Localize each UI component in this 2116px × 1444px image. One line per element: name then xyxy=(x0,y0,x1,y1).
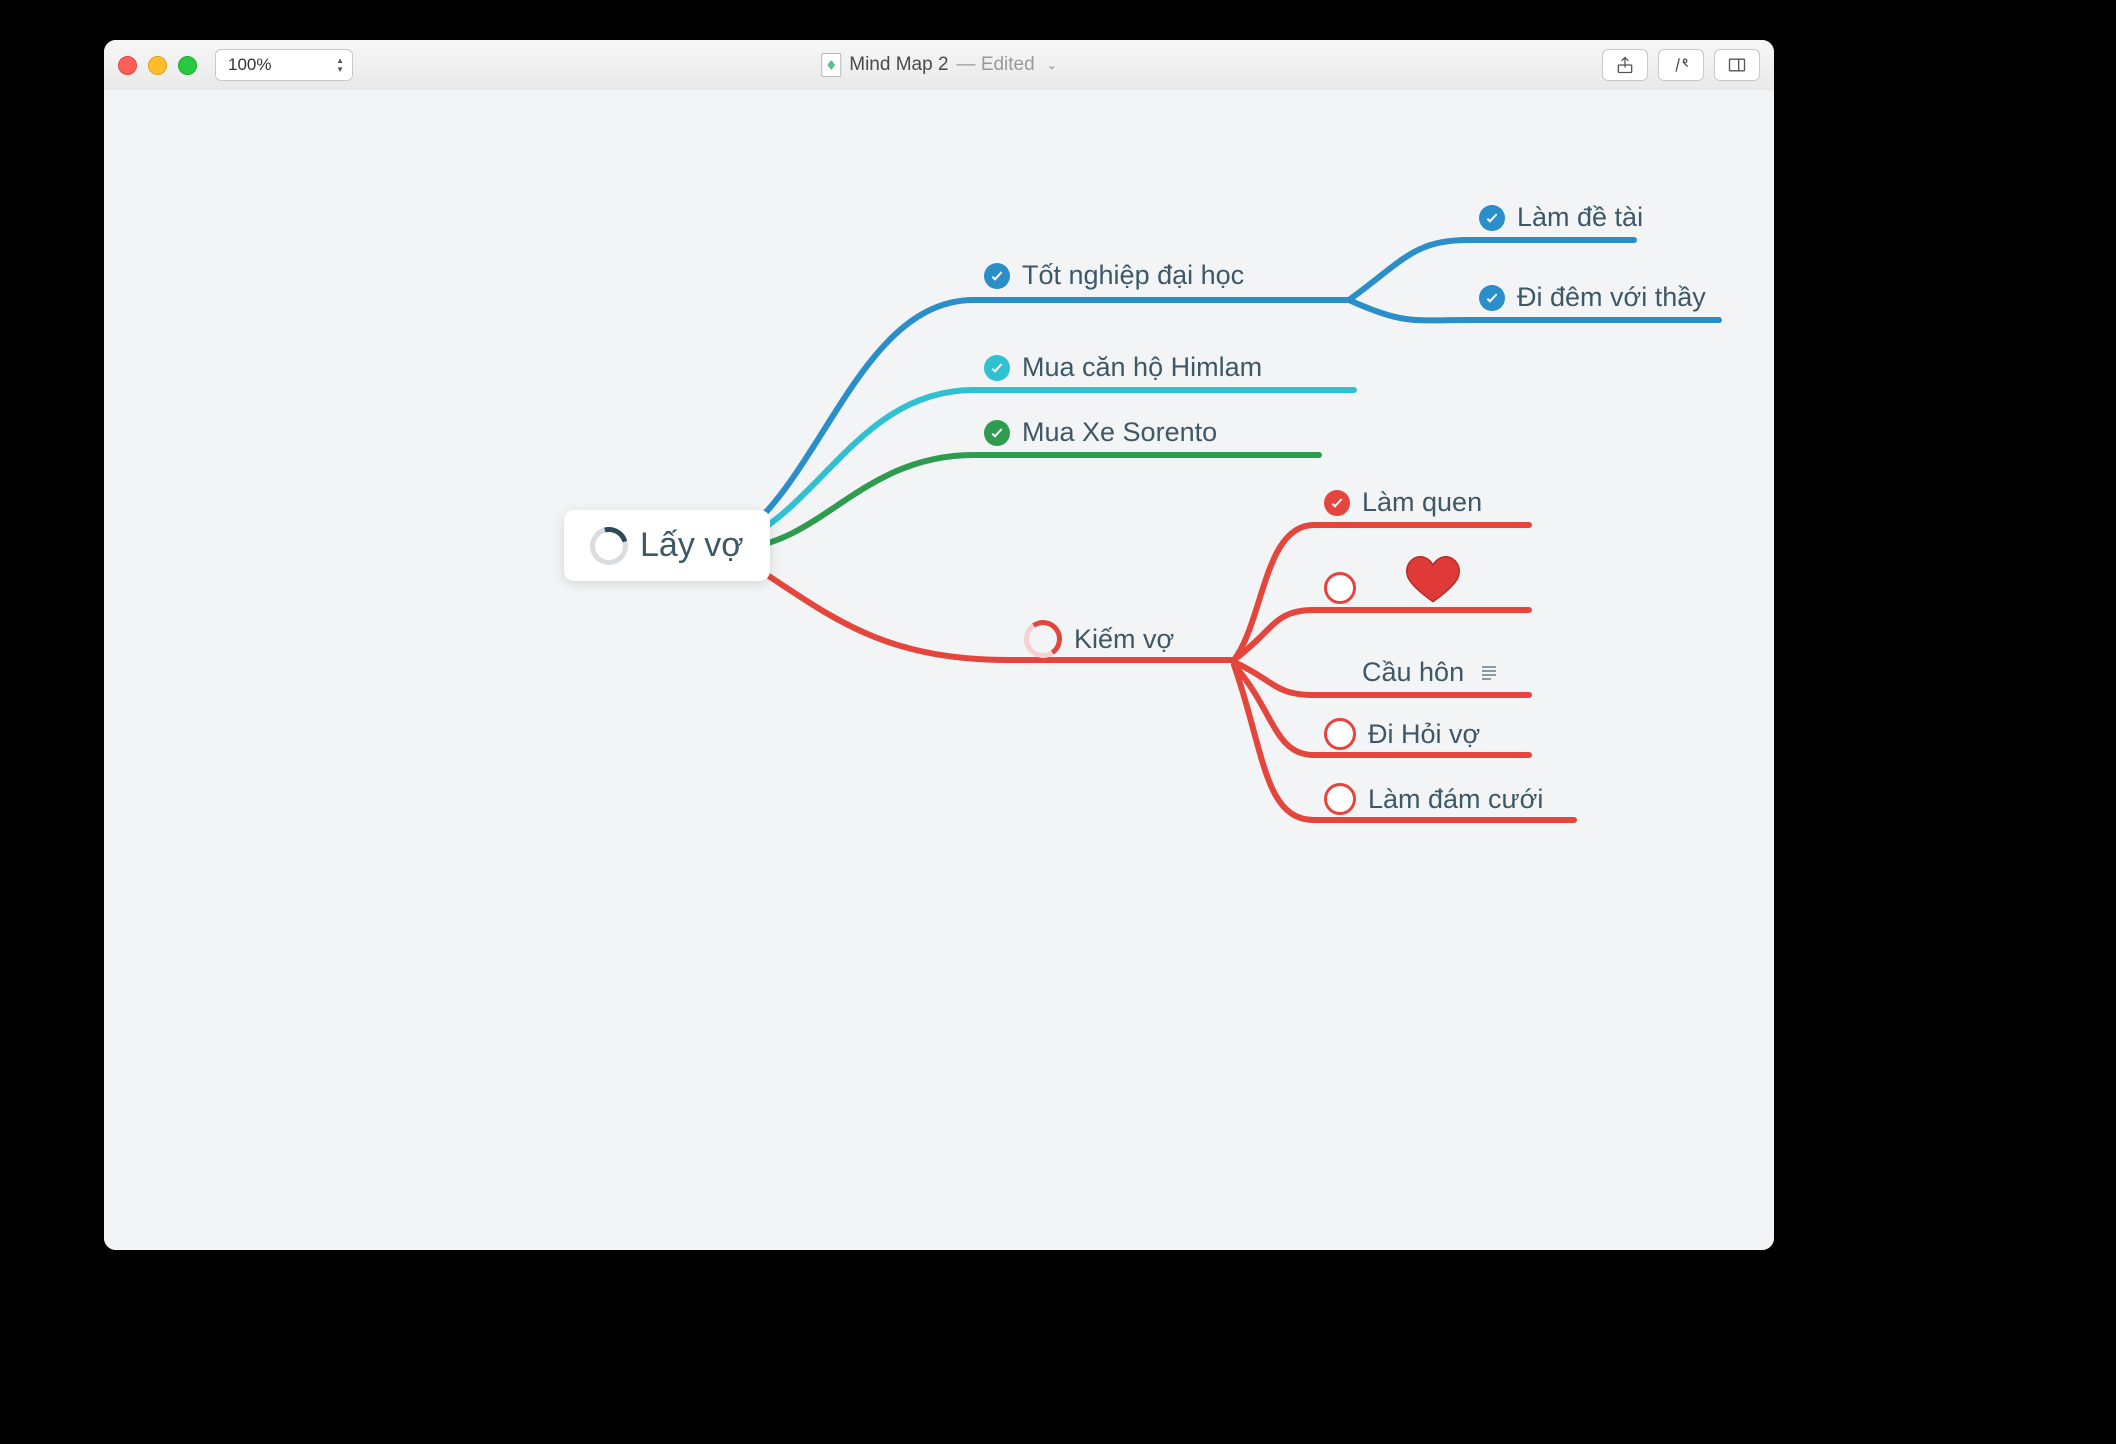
child-label: Đi đêm với thầy xyxy=(1517,282,1706,313)
check-icon xyxy=(1479,285,1505,311)
branch-node[interactable]: Kiếm vợ xyxy=(1024,620,1174,658)
branch-label: Mua Xe Sorento xyxy=(1022,417,1217,448)
app-window: 100% ▲▼ Mind Map 2 — Edited ⌄ xyxy=(104,40,1774,1250)
note-icon xyxy=(1482,666,1496,680)
todo-icon xyxy=(1324,572,1356,604)
child-label: Đi Hỏi vợ xyxy=(1368,719,1480,750)
check-icon xyxy=(984,355,1010,381)
check-icon xyxy=(1479,205,1505,231)
connectors xyxy=(104,90,1774,1250)
child-label: Làm đám cưới xyxy=(1368,784,1543,815)
document-title[interactable]: Mind Map 2 — Edited ⌄ xyxy=(821,53,1057,77)
todo-icon xyxy=(1324,783,1356,815)
minimize-button[interactable] xyxy=(148,56,167,75)
root-label: Lấy vợ xyxy=(640,526,744,565)
doc-status: — Edited xyxy=(957,54,1035,76)
root-node[interactable]: Lấy vợ xyxy=(564,510,770,581)
branch-node[interactable]: Mua Xe Sorento xyxy=(984,417,1217,448)
mindmap-canvas[interactable]: Lấy vợ Tốt nghiệp đại học Làm đề tài Đi … xyxy=(104,90,1774,1250)
branch-node[interactable]: Tốt nghiệp đại học xyxy=(984,260,1244,291)
heart-icon xyxy=(1404,552,1462,609)
todo-icon xyxy=(1324,718,1356,750)
child-node[interactable]: Làm đám cưới xyxy=(1324,783,1543,815)
doc-name: Mind Map 2 xyxy=(849,54,948,76)
progress-icon xyxy=(1021,617,1065,661)
child-label: Làm quen xyxy=(1362,487,1482,518)
share-button[interactable] xyxy=(1602,49,1648,81)
branch-node[interactable]: Mua căn hộ Himlam xyxy=(984,352,1262,383)
check-icon xyxy=(984,263,1010,289)
check-icon xyxy=(984,420,1010,446)
child-label: Cầu hôn xyxy=(1362,657,1464,688)
close-button[interactable] xyxy=(118,56,137,75)
child-node[interactable] xyxy=(1324,572,1368,604)
child-node[interactable]: Đi Hỏi vợ xyxy=(1324,718,1480,750)
child-node[interactable]: Đi đêm với thầy xyxy=(1479,282,1706,313)
zoom-select[interactable]: 100% ▲▼ xyxy=(215,49,353,81)
child-label: Làm đề tài xyxy=(1517,202,1643,233)
chevron-down-icon: ⌄ xyxy=(1047,58,1057,72)
check-icon xyxy=(1324,490,1350,516)
inspector-button[interactable] xyxy=(1658,49,1704,81)
window-controls xyxy=(118,56,197,75)
stepper-icon: ▲▼ xyxy=(336,57,344,74)
document-icon xyxy=(821,53,841,77)
titlebar: 100% ▲▼ Mind Map 2 — Edited ⌄ xyxy=(104,40,1774,91)
child-node[interactable]: Làm quen xyxy=(1324,487,1482,518)
zoom-value: 100% xyxy=(228,55,271,75)
sidebar-toggle-button[interactable] xyxy=(1714,49,1760,81)
child-node[interactable]: Làm đề tài xyxy=(1479,202,1643,233)
maximize-button[interactable] xyxy=(178,56,197,75)
branch-label: Tốt nghiệp đại học xyxy=(1022,260,1244,291)
branch-label: Mua căn hộ Himlam xyxy=(1022,352,1262,383)
progress-icon xyxy=(583,520,635,572)
child-node[interactable]: Cầu hôn xyxy=(1362,657,1496,688)
branch-label: Kiếm vợ xyxy=(1074,624,1174,655)
